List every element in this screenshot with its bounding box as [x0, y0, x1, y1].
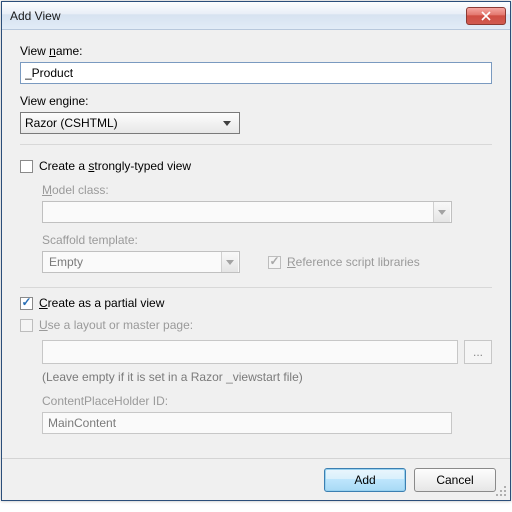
view-engine-select[interactable]: Razor (CSHTML): [20, 112, 240, 134]
strongly-typed-checkbox[interactable]: [20, 160, 33, 173]
layout-row: Use a layout or master page:: [20, 318, 492, 332]
chevron-down-icon: [433, 202, 450, 222]
ellipsis-icon: ...: [473, 345, 483, 359]
close-button[interactable]: [466, 7, 506, 25]
dialog-body: View name: View engine: Razor (CSHTML) C…: [2, 30, 510, 458]
view-engine-label: View engine:: [20, 94, 492, 108]
dialog-title: Add View: [10, 9, 466, 23]
dialog-footer: Add Cancel: [2, 458, 510, 500]
layout-checkbox: [20, 319, 33, 332]
titlebar: Add View: [2, 2, 510, 30]
chevron-down-icon: [221, 252, 238, 272]
model-class-combo: [42, 201, 452, 223]
view-name-input[interactable]: [20, 62, 492, 84]
layout-hint: (Leave empty if it is set in a Razor _vi…: [42, 370, 492, 384]
layout-label: Use a layout or master page:: [39, 318, 193, 332]
scaffold-label: Scaffold template:: [42, 233, 492, 247]
partial-view-row: ✓ Create as a partial view: [20, 296, 492, 310]
strongly-typed-label: Create a strongly-typed view: [39, 159, 191, 173]
ref-scripts-label: Reference script libraries: [287, 255, 420, 269]
resize-grip-icon[interactable]: [495, 485, 507, 497]
layout-path-input: [42, 340, 458, 364]
cph-input: [42, 412, 452, 434]
strongly-typed-row: Create a strongly-typed view: [20, 159, 492, 173]
ref-scripts-checkbox: ✓: [268, 256, 281, 269]
ref-scripts-row: ✓ Reference script libraries: [268, 255, 420, 269]
chevron-down-icon: [219, 121, 235, 126]
view-name-label: View name:: [20, 44, 492, 58]
browse-button: ...: [464, 340, 492, 364]
cph-label: ContentPlaceHolder ID:: [42, 394, 492, 408]
add-view-dialog: Add View View name: View engine: Razor (…: [1, 1, 511, 501]
scaffold-combo: Empty: [42, 251, 240, 273]
partial-view-checkbox[interactable]: ✓: [20, 297, 33, 310]
add-button[interactable]: Add: [324, 468, 406, 492]
scaffold-value: Empty: [47, 255, 83, 269]
close-icon: [480, 11, 492, 21]
partial-view-label: Create as a partial view: [39, 296, 164, 310]
view-engine-value: Razor (CSHTML): [25, 116, 219, 130]
cancel-button[interactable]: Cancel: [414, 468, 496, 492]
model-class-label: Model class:: [42, 183, 492, 197]
